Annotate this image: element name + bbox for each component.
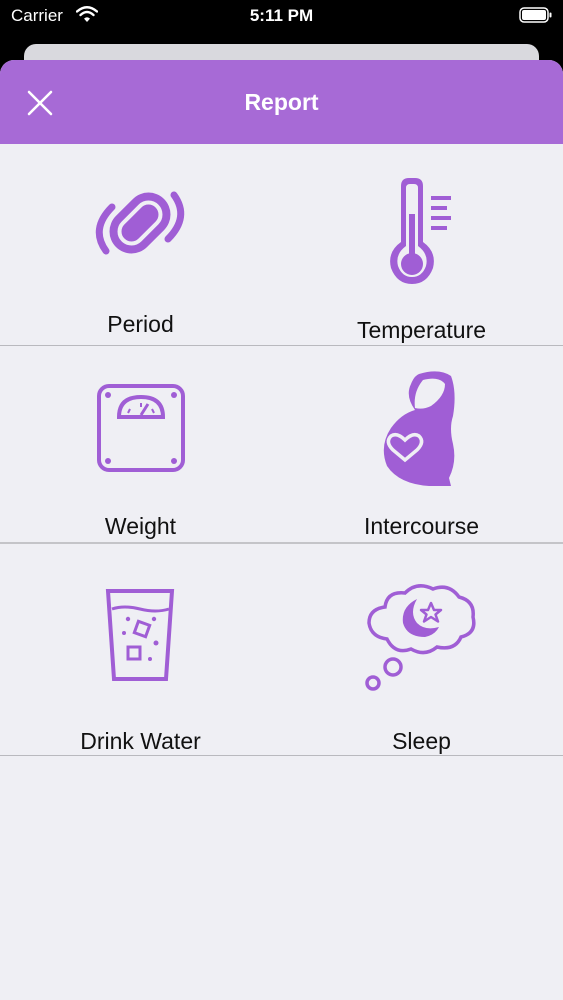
temperature-label: Temperature: [356, 317, 487, 343]
moon-cloud-icon: [365, 584, 476, 691]
drink-water-label: Drink Water: [80, 728, 201, 754]
sleep-label: Sleep: [392, 728, 451, 754]
report-sheet: Report Period Temperature Weight Interco…: [0, 60, 563, 1000]
report-row: Weight Intercourse: [0, 346, 563, 544]
report-item-sleep[interactable]: Sleep: [281, 544, 562, 755]
status-bar: Carrier 5:11 PM: [0, 0, 563, 32]
period-label: Period: [107, 311, 174, 337]
weight-scale-icon: [97, 384, 185, 472]
intercourse-label: Intercourse: [363, 513, 480, 539]
weight-label: Weight: [104, 513, 177, 539]
report-item-period[interactable]: Period: [0, 144, 281, 345]
sanitary-pad-icon: [95, 191, 185, 255]
report-item-temperature[interactable]: Temperature: [281, 144, 562, 345]
page-title: Report: [244, 89, 319, 115]
report-row: Period Temperature: [0, 144, 563, 346]
battery-icon: [519, 7, 552, 23]
report-grid: Period Temperature Weight Intercourse Dr…: [0, 144, 563, 756]
clock: 5:11 PM: [249, 6, 314, 25]
nav-bar: Report: [0, 60, 563, 144]
pregnant-heart-icon: [383, 371, 455, 486]
report-row: Drink Water Sleep: [0, 544, 563, 756]
thermometer-icon: [390, 178, 451, 284]
water-glass-icon: [105, 589, 175, 681]
report-item-weight[interactable]: Weight: [0, 346, 281, 542]
report-item-intercourse[interactable]: Intercourse: [281, 346, 562, 542]
report-item-drink-water[interactable]: Drink Water: [0, 544, 281, 755]
